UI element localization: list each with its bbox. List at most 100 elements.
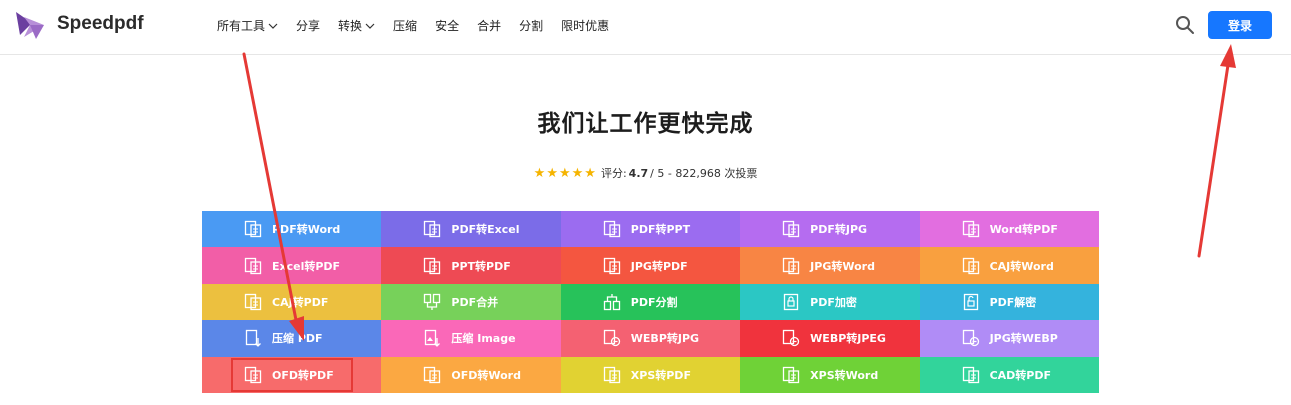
file-convert-icon: [244, 221, 262, 238]
nav-compress-label: 压缩: [393, 19, 418, 33]
tool-pdf-to-word[interactable]: PDF转Word: [202, 211, 382, 248]
nav-merge-label: 合并: [477, 19, 502, 33]
tool-compress-image[interactable]: 压缩 Image: [381, 320, 561, 357]
file-convert-icon: [424, 257, 441, 274]
tool-webp-to-jpeg[interactable]: WEBP转JPEG: [740, 320, 920, 357]
tool-label: PDF转Excel: [451, 223, 520, 237]
nav-share-label: 分享: [296, 19, 321, 33]
tool-jpg-to-word[interactable]: JPG转Word: [740, 247, 920, 284]
nav-security-label: 安全: [435, 19, 460, 33]
search-icon[interactable]: [1175, 15, 1195, 35]
tool-label: PDF分割: [630, 295, 678, 309]
tool-label: PPT转PDF: [451, 259, 511, 273]
tool-label: CAJ转Word: [989, 259, 1054, 273]
image-convert-icon: [603, 330, 620, 347]
tool-label: OFD转PDF: [272, 368, 334, 382]
tool-pdf-encrypt[interactable]: PDF加密: [740, 283, 920, 321]
tool-pdf-decrypt[interactable]: PDF解密: [919, 283, 1099, 321]
tool-pdf-to-ppt[interactable]: PDF转PPT: [560, 211, 741, 248]
nav-all-tools-label: 所有工具: [217, 19, 266, 33]
tool-pdf-merge[interactable]: PDF合并: [381, 283, 561, 321]
nav-security[interactable]: 安全: [435, 17, 459, 34]
rating-row: ★★★★★ 评分: 4.7 / 5 - 822,968 次投票: [0, 165, 1291, 181]
lock-icon: [784, 293, 799, 311]
tool-caj-to-word[interactable]: CAJ转Word: [919, 247, 1099, 284]
nav-compress[interactable]: 压缩: [393, 17, 417, 34]
nav-promo-label: 限时优惠: [561, 19, 610, 33]
file-convert-icon: [424, 366, 441, 383]
tool-label: WEBP转JPG: [630, 332, 700, 346]
tool-label: XPS转Word: [810, 368, 879, 382]
login-button[interactable]: 登录: [1208, 11, 1272, 39]
tool-xps-to-pdf[interactable]: XPS转PDF: [560, 356, 741, 393]
file-convert-icon: [424, 221, 441, 238]
tool-label: Word转PDF: [989, 223, 1058, 237]
tool-label: WEBP转JPEG: [810, 332, 886, 346]
brand-name[interactable]: Speedpdf: [57, 13, 144, 35]
nav-merge[interactable]: 合并: [477, 17, 501, 34]
rating-value: 4.7: [628, 166, 649, 180]
tool-pdf-to-excel[interactable]: PDF转Excel: [381, 211, 561, 248]
rating-stars-icon[interactable]: ★★★★★: [534, 166, 597, 181]
file-convert-icon: [783, 221, 800, 238]
more-menu-icon[interactable]: ⋮: [1285, 16, 1291, 32]
tool-pdf-split[interactable]: PDF分割: [560, 283, 741, 321]
tool-label: OFD转Word: [451, 368, 521, 382]
tool-label: JPG转Word: [810, 259, 875, 273]
file-convert-icon: [783, 257, 800, 274]
rating-votes: / 5 - 822,968 次投票: [650, 167, 758, 180]
tool-jpg-to-webp[interactable]: JPG转WEBP: [919, 320, 1099, 357]
tool-label: PDF转PPT: [630, 223, 691, 237]
tool-label: PDF转JPG: [810, 223, 868, 237]
nav-promo[interactable]: 限时优惠: [561, 17, 609, 34]
tool-cad-to-pdf[interactable]: CAD转PDF: [919, 356, 1099, 393]
tool-label: PDF合并: [451, 295, 499, 309]
page-title: 我们让工作更快完成: [537, 111, 754, 137]
tool-label: Excel转PDF: [272, 259, 341, 273]
file-convert-icon: [962, 221, 979, 238]
tool-ppt-to-pdf[interactable]: PPT转PDF: [381, 247, 561, 284]
arrow-to-login-line: [1197, 63, 1230, 258]
tool-label: CAJ转PDF: [272, 295, 329, 309]
file-convert-icon: [603, 366, 620, 383]
file-convert-icon: [244, 257, 262, 274]
chevron-down-icon: [365, 23, 375, 29]
tool-excel-to-pdf[interactable]: Excel转PDF: [202, 247, 382, 284]
tool-label: XPS转PDF: [630, 368, 691, 382]
merge-icon: [424, 293, 441, 310]
file-convert-icon: [603, 257, 620, 274]
nav-convert-label: 转换: [338, 19, 363, 33]
compress-icon: [245, 330, 261, 348]
nav-share[interactable]: 分享: [296, 17, 320, 34]
file-convert-icon: [783, 366, 800, 383]
tool-compress-pdf[interactable]: 压缩 PDF: [202, 320, 382, 357]
tool-label: PDF转Word: [272, 223, 341, 237]
nav-split[interactable]: 分割: [519, 17, 543, 34]
main-nav: 所有工具 分享 转换 压缩 安全 合并 分割 限时优惠: [217, 17, 627, 34]
nav-all-tools[interactable]: 所有工具: [217, 17, 278, 34]
tool-ofd-to-word[interactable]: OFD转Word: [381, 356, 561, 393]
split-icon: [603, 293, 620, 311]
tool-label: CAD转PDF: [989, 368, 1051, 382]
image-convert-icon: [962, 330, 979, 347]
tool-ofd-to-pdf[interactable]: OFD转PDF: [202, 356, 382, 393]
file-convert-icon: [244, 293, 262, 311]
tools-grid: PDF转Word PDF转Excel PDF转PPT PDF转JPG Word转…: [202, 211, 1099, 393]
tool-label: 压缩 PDF: [272, 332, 323, 346]
tool-jpg-to-pdf[interactable]: JPG转PDF: [560, 247, 741, 284]
tool-pdf-to-jpg[interactable]: PDF转JPG: [740, 211, 920, 248]
tool-webp-to-jpg[interactable]: WEBP转JPG: [560, 320, 741, 357]
unlock-icon: [963, 293, 978, 311]
nav-convert[interactable]: 转换: [338, 17, 375, 34]
file-convert-icon: [962, 366, 979, 383]
speedpdf-logo[interactable]: [14, 9, 50, 41]
chevron-down-icon: [268, 23, 278, 29]
rating-label: 评分:: [600, 167, 627, 180]
tool-caj-to-pdf[interactable]: CAJ转PDF: [202, 283, 382, 321]
tool-word-to-pdf[interactable]: Word转PDF: [919, 211, 1099, 248]
tool-label: PDF加密: [810, 295, 857, 309]
tool-xps-to-word[interactable]: XPS转Word: [740, 356, 920, 393]
file-convert-icon: [244, 366, 262, 383]
nav-split-label: 分割: [519, 19, 544, 33]
compress-image-icon: [425, 330, 441, 348]
